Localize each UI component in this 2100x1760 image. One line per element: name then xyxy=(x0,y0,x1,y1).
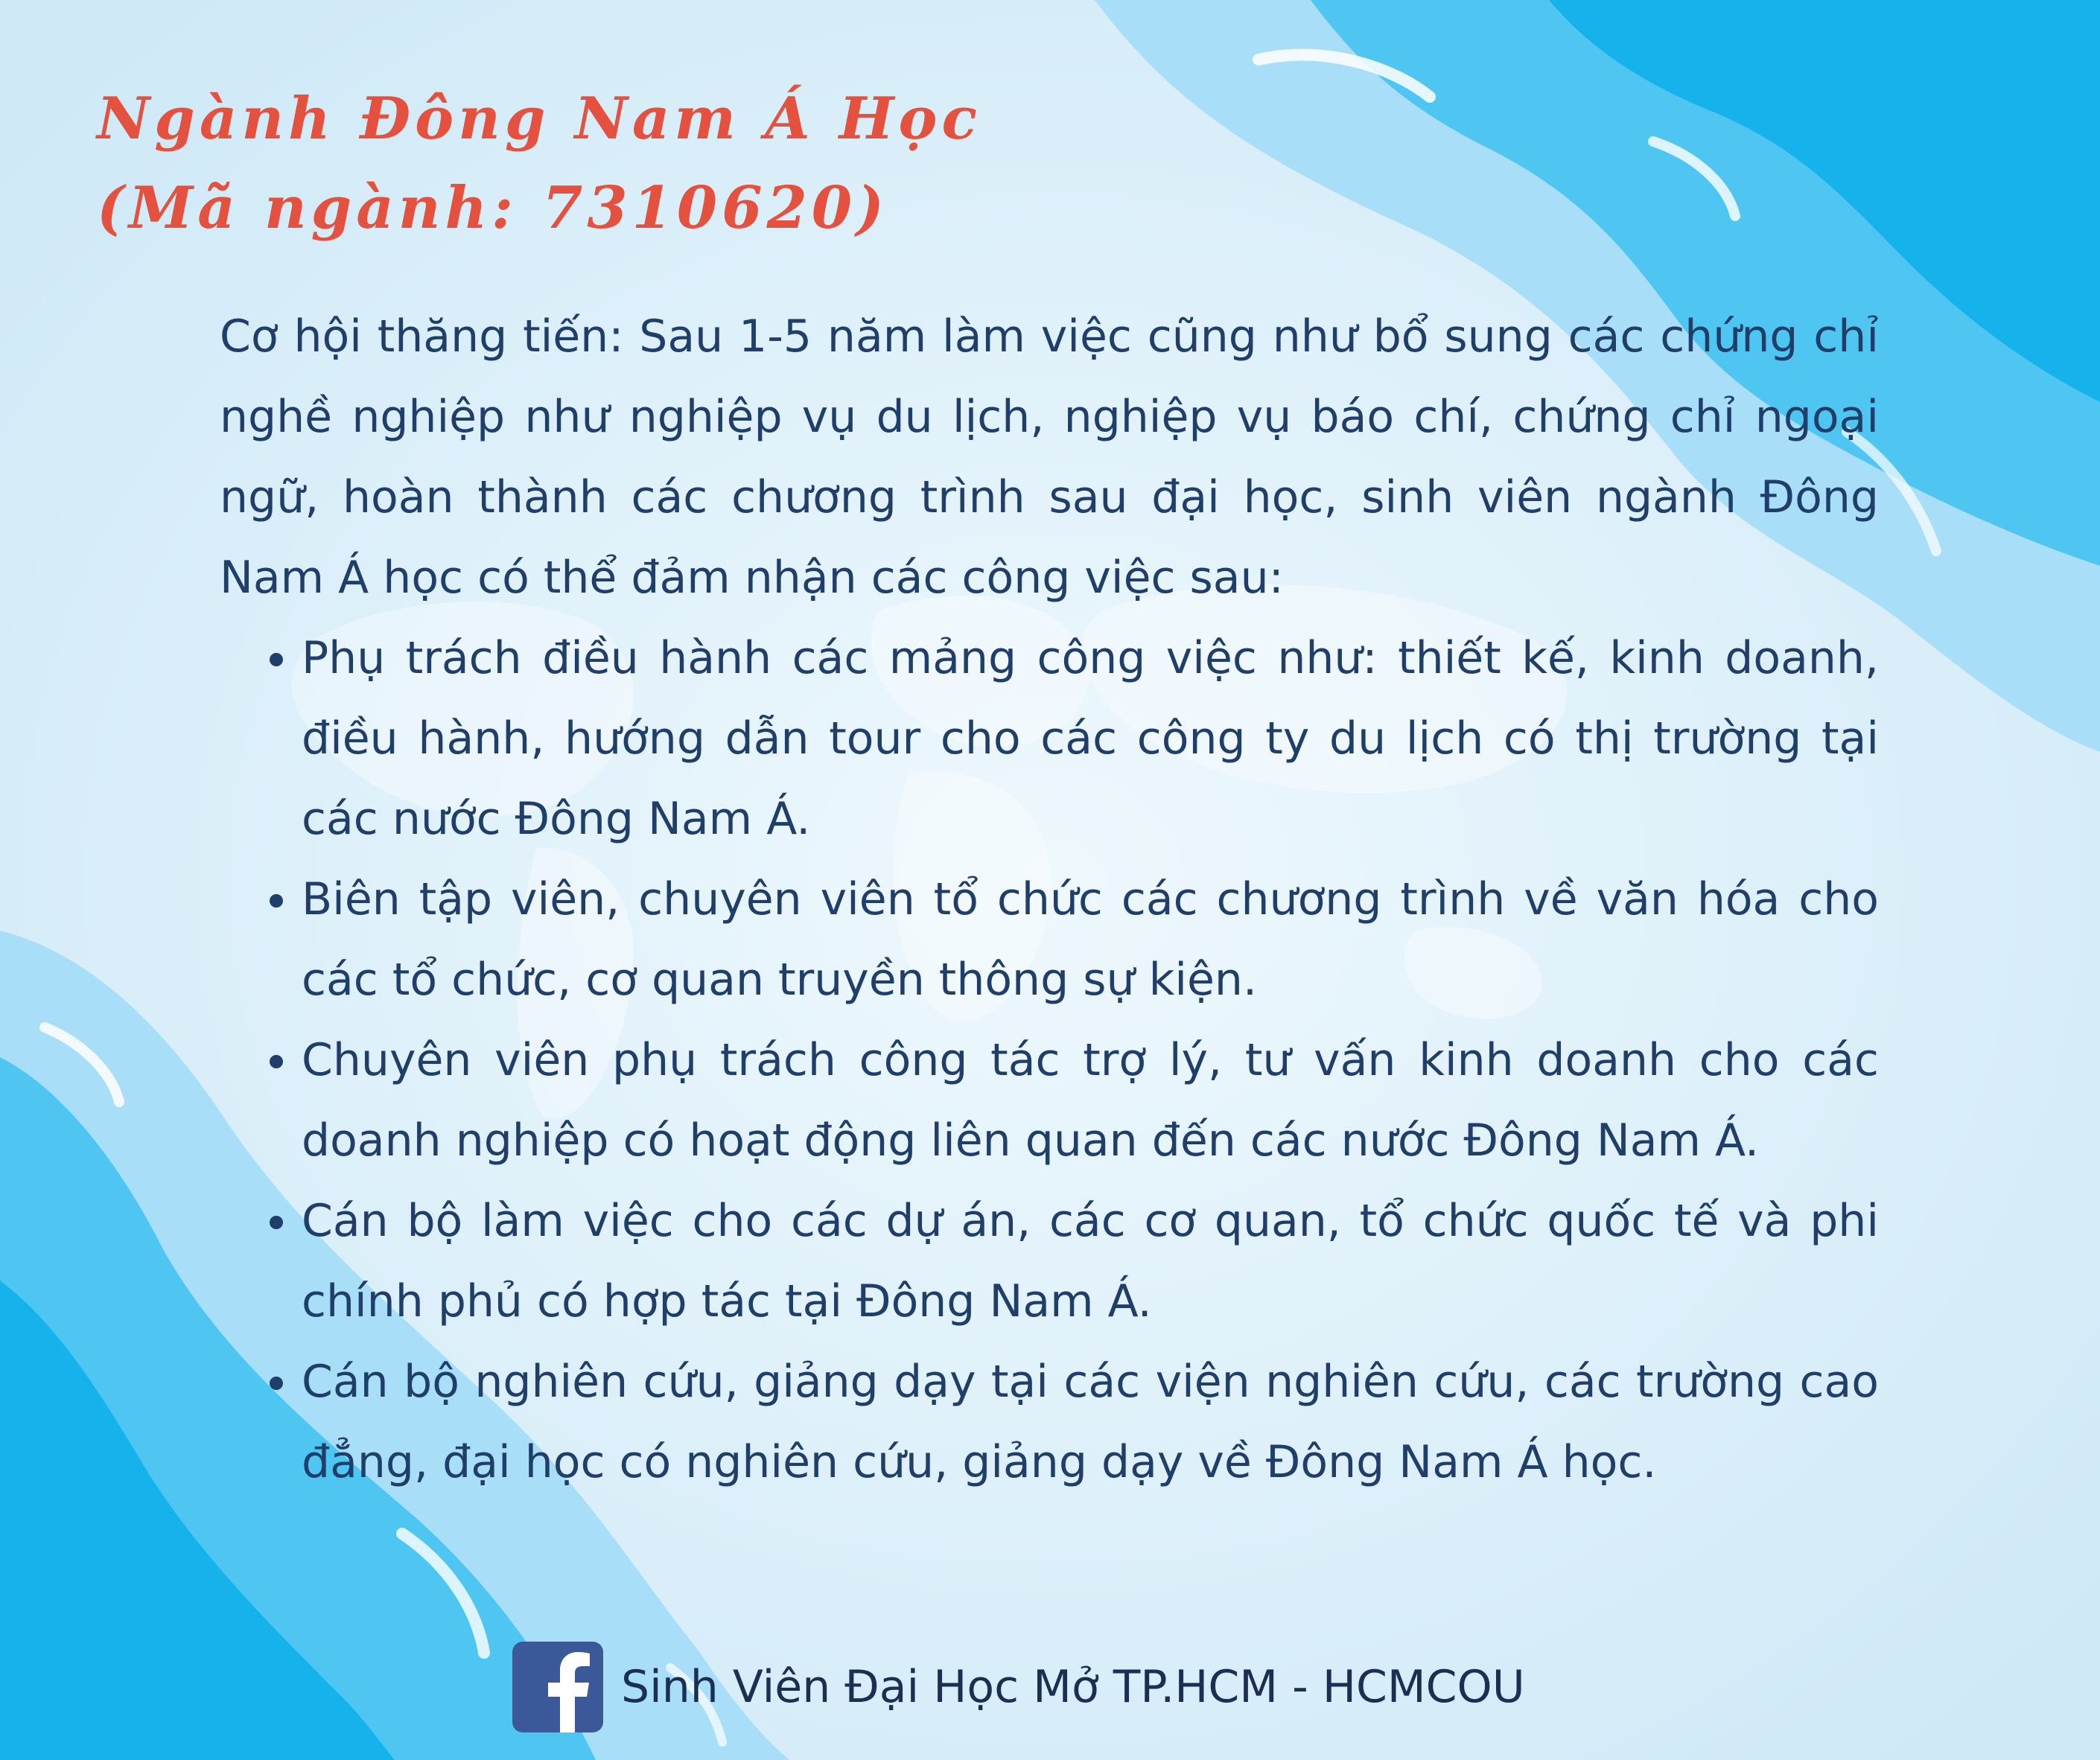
title-block: Ngành Đông Nam Á Học (Mã ngành: 7310620) xyxy=(97,74,981,253)
page-title: Ngành Đông Nam Á Học xyxy=(97,85,981,153)
list-item: Biên tập viên, chuyên viên tổ chức các c… xyxy=(302,859,1879,1020)
job-list: Phụ trách điều hành các mảng công việc n… xyxy=(220,618,1879,1502)
facebook-icon[interactable] xyxy=(512,1642,603,1732)
list-item: Cán bộ nghiên cứu, giảng dạy tại các việ… xyxy=(302,1342,1879,1502)
list-item: Phụ trách điều hành các mảng công việc n… xyxy=(302,618,1879,859)
list-item: Chuyên viên phụ trách công tác trợ lý, t… xyxy=(302,1020,1879,1181)
content-body: Cơ hội thăng tiến: Sau 1-5 năm làm việc … xyxy=(220,296,1879,1502)
footer: Sinh Viên Đại Học Mở TP.HCM - HCMCOU xyxy=(512,1641,1525,1733)
facebook-page-name[interactable]: Sinh Viên Đại Học Mở TP.HCM - HCMCOU xyxy=(621,1661,1525,1713)
list-item: Cán bộ làm việc cho các dự án, các cơ qu… xyxy=(302,1181,1879,1342)
program-code: (Mã ngành: 7310620) xyxy=(97,174,888,242)
intro-paragraph: Cơ hội thăng tiến: Sau 1-5 năm làm việc … xyxy=(220,310,1879,604)
